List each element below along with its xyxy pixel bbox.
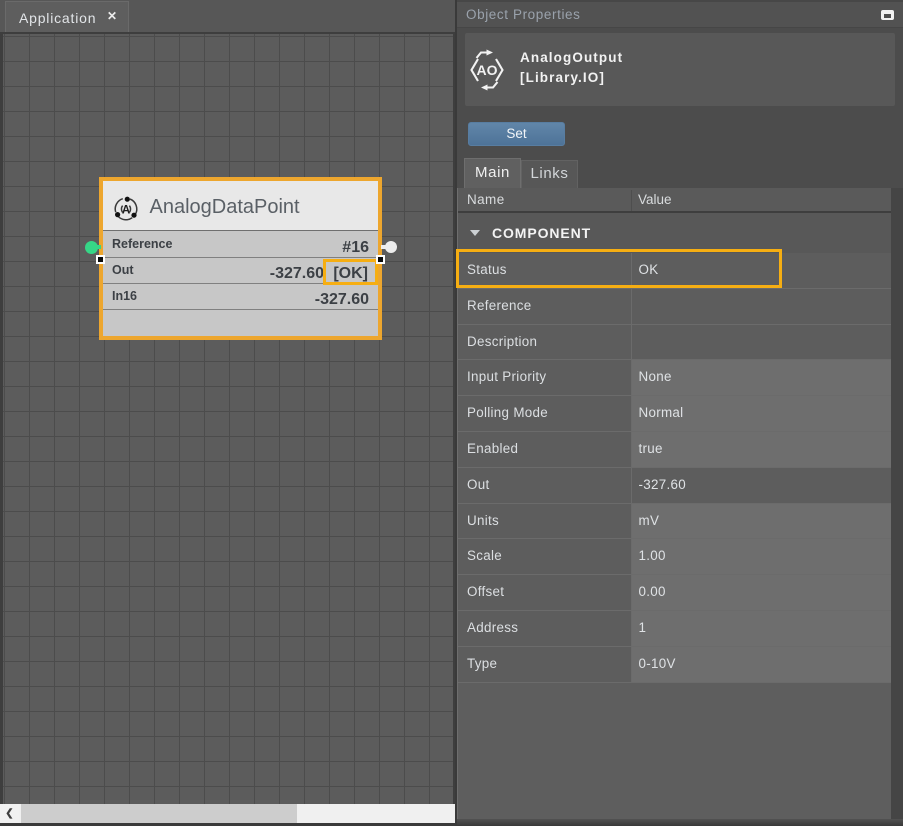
svg-text:A: A <box>122 204 130 216</box>
svg-text:AO: AO <box>477 62 498 78</box>
